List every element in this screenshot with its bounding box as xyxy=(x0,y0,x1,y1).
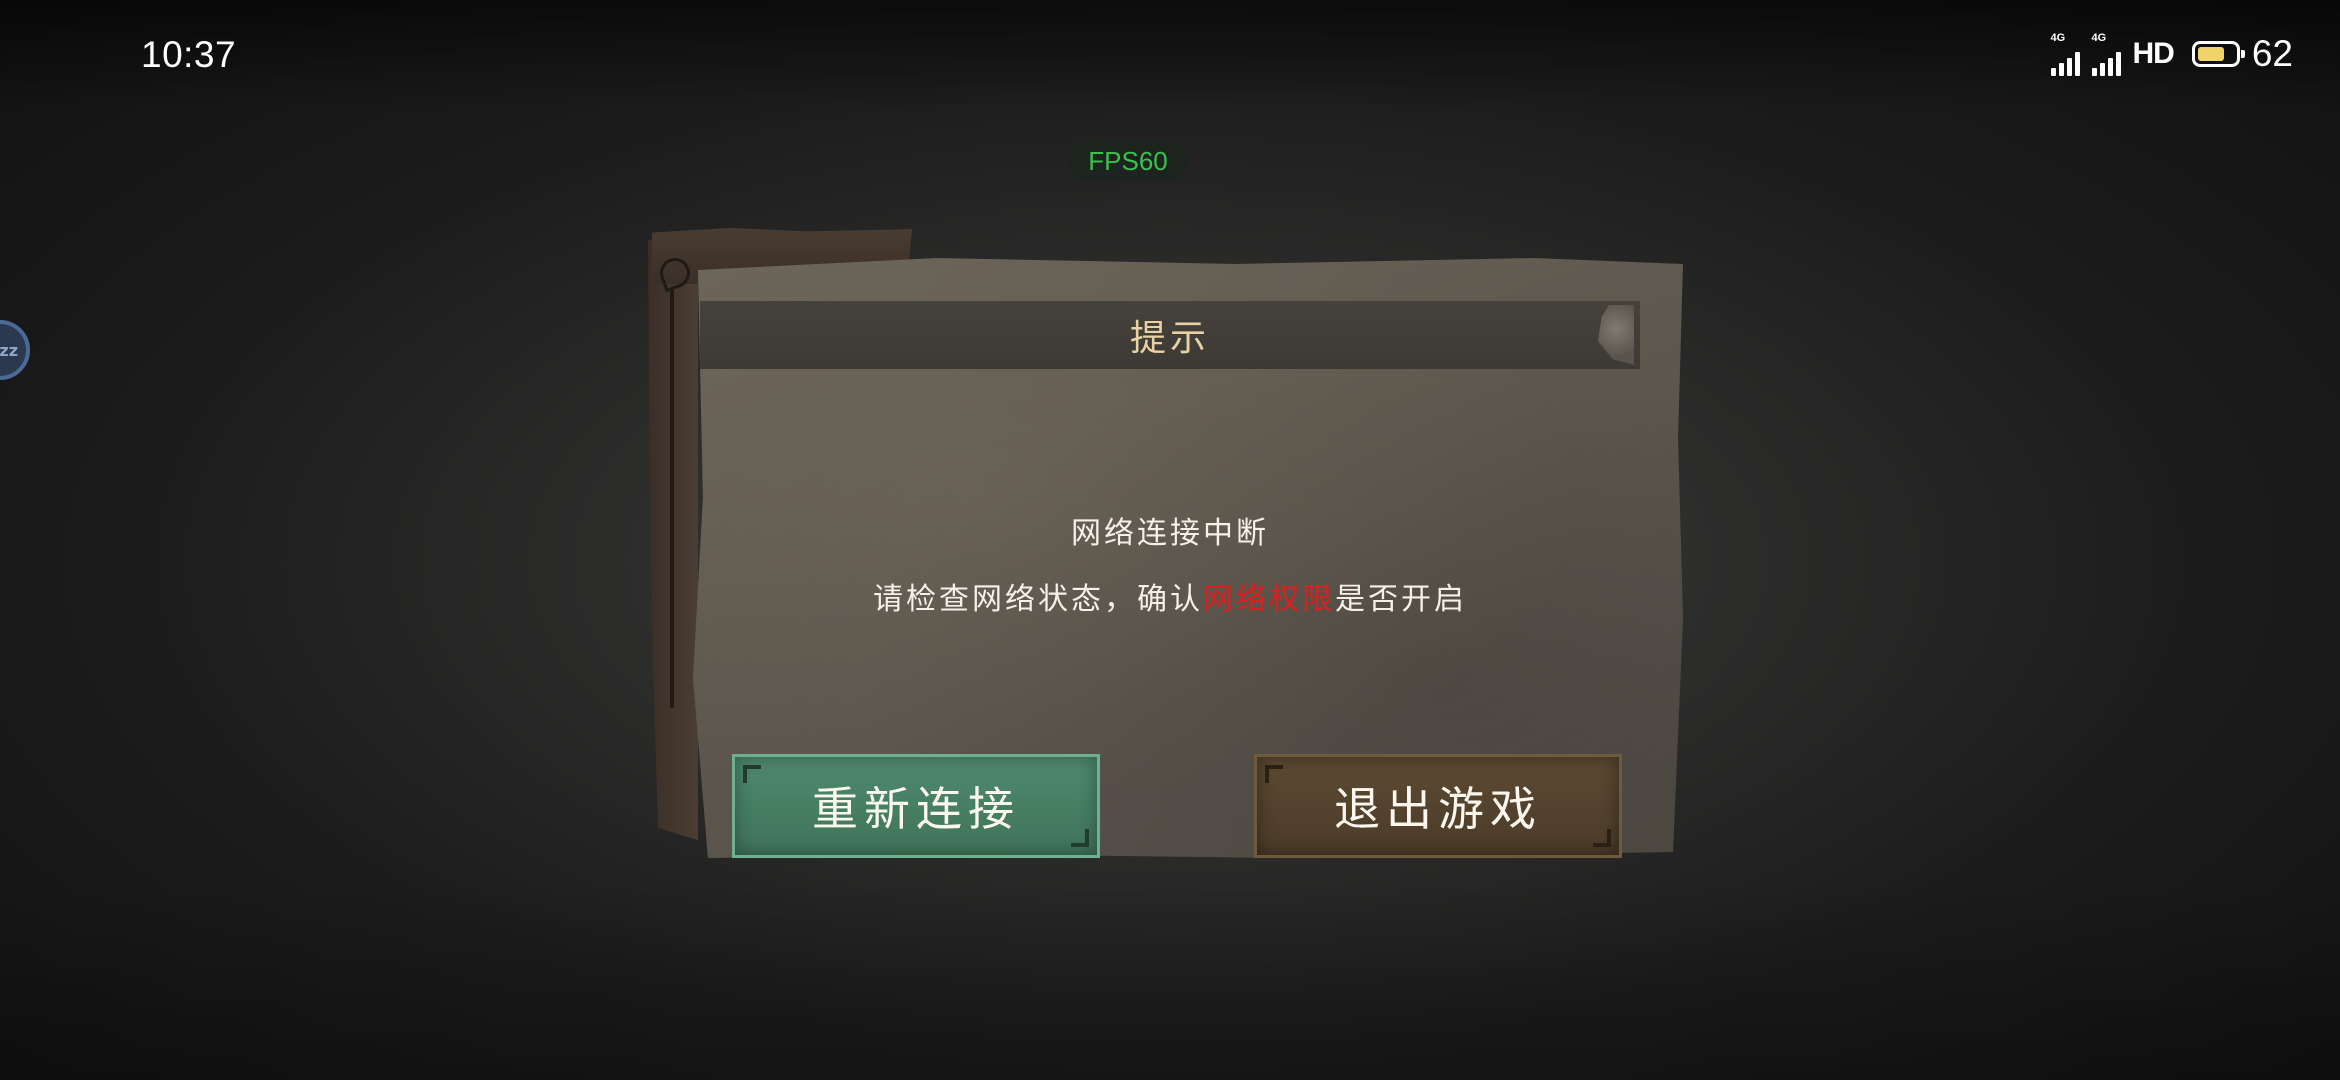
message-line-2-prefix: 请检查网络状态，确认 xyxy=(873,582,1203,617)
message-line-2-suffix: 是否开启 xyxy=(1335,582,1467,617)
network-type-label-1: 4G xyxy=(2050,32,2066,44)
corner-ornament xyxy=(1593,829,1611,847)
corner-ornament xyxy=(1071,829,1089,847)
game-screen: 10:37 4G 4G HD 62 zz FPS60 提示 网络连接中断 请检查… xyxy=(0,0,2340,1080)
battery-fill xyxy=(2197,47,2224,61)
title-bar-ornament xyxy=(1598,305,1634,365)
status-time: 10:37 xyxy=(141,34,237,75)
message-line-1: 网络连接中断 xyxy=(1071,516,1269,551)
floating-assistant-bubble[interactable]: zz xyxy=(0,320,30,380)
network-error-dialog: 提示 网络连接中断 请检查网络状态，确认网络权限是否开启 重新连接 退出游戏 xyxy=(648,228,1688,873)
dialog-title-bar: 提示 xyxy=(700,301,1640,369)
cellular-signal-icon-1: 4G xyxy=(2050,32,2080,76)
network-type-label-2: 4G xyxy=(2091,32,2107,44)
dialog-message: 网络连接中断 请检查网络状态，确认网络权限是否开启 xyxy=(700,508,1640,618)
message-highlight: 网络权限 xyxy=(1203,582,1335,617)
message-line-2: 请检查网络状态，确认网络权限是否开启 xyxy=(700,574,1640,618)
status-icons: 4G 4G HD 62 xyxy=(2050,30,2293,78)
dialog-title: 提示 xyxy=(1129,318,1210,359)
battery-icon xyxy=(2191,41,2245,67)
reconnect-button[interactable]: 重新连接 xyxy=(732,754,1100,858)
quit-game-button[interactable]: 退出游戏 xyxy=(1254,754,1622,858)
quit-game-button-label: 退出游戏 xyxy=(1334,782,1542,836)
cellular-signal-icon-2: 4G xyxy=(2091,32,2121,76)
reconnect-button-label: 重新连接 xyxy=(812,782,1020,836)
fps-counter: FPS60 xyxy=(1068,141,1188,181)
corner-ornament xyxy=(1265,765,1283,783)
corner-ornament xyxy=(743,765,761,783)
branch-ornament-icon xyxy=(670,288,674,708)
hd-voice-indicator: HD xyxy=(2132,37,2175,70)
battery-level: 62 xyxy=(2251,33,2293,74)
